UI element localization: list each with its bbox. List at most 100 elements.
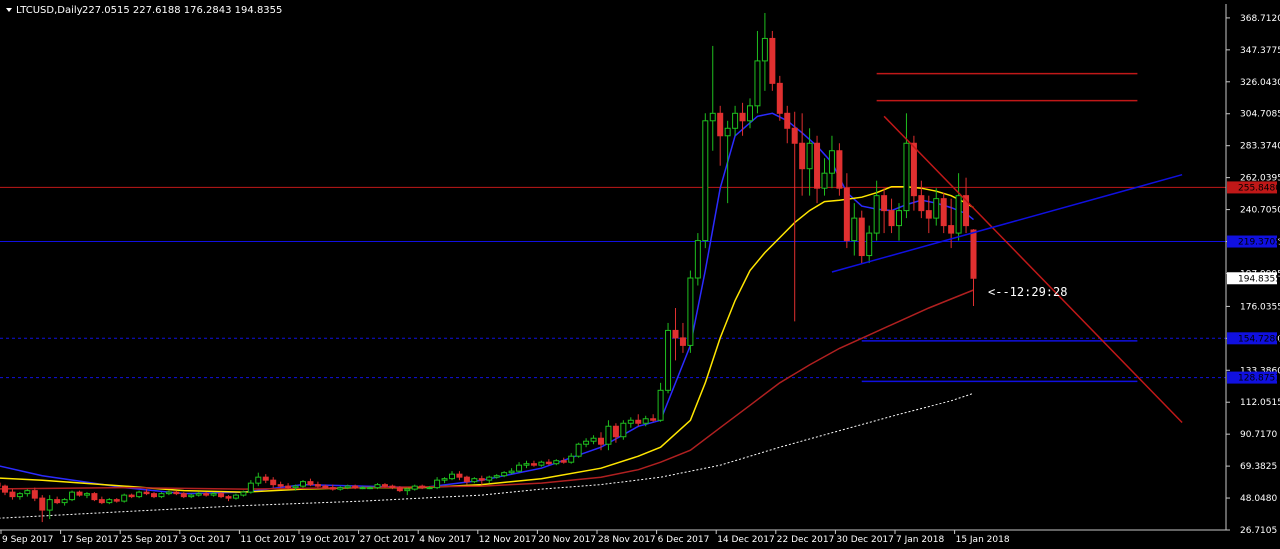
- candle-body-123: [896, 210, 902, 227]
- candle-body-105: [761, 37, 768, 62]
- x-tick-label: 27 Oct 2017: [360, 535, 416, 545]
- candle-body-11: [61, 499, 68, 504]
- candle-body-52: [367, 487, 374, 490]
- chart-ohlc: 227.0515 227.6188 176.2843 194.8355: [82, 5, 282, 16]
- candle-body-85: [612, 425, 619, 438]
- candle-body-92: [665, 329, 672, 391]
- candle-body-109: [791, 127, 798, 144]
- candle-body-94: [679, 337, 686, 346]
- candle-body-53: [374, 484, 381, 489]
- candle-body-41: [285, 485, 292, 489]
- candle-body-24: [158, 493, 165, 498]
- candle-body-64: [456, 473, 463, 478]
- candle-body-30: [203, 493, 210, 496]
- candle-body-90: [650, 418, 657, 421]
- candle-body-28: [188, 494, 195, 498]
- y-tick-label: 347.3775: [1240, 46, 1280, 56]
- candle-body-101: [732, 112, 739, 129]
- candle-body-42: [292, 485, 299, 489]
- ltcusd-daily-chart[interactable]: 368.7120 347.3775 326.0430 304.7085 283.3740…: [0, 0, 1280, 549]
- candle-body-22: [143, 491, 150, 495]
- candle-body-122: [888, 210, 895, 227]
- candle-body-65: [463, 476, 470, 483]
- candle-body-128: [933, 198, 940, 219]
- price-tag-1: 219.3705: [1238, 238, 1280, 248]
- candle-body-37: [255, 476, 262, 484]
- x-tick-label: 9 Sep 2017: [2, 535, 53, 545]
- candle-body-10: [54, 499, 61, 504]
- candle-body-33: [225, 496, 232, 499]
- x-tick-label: 15 Jan 2018: [956, 535, 1010, 545]
- candle-body-70: [501, 472, 508, 477]
- candle-body-38: [262, 476, 269, 481]
- candle-body-9: [46, 499, 53, 511]
- candle-body-114: [828, 150, 835, 174]
- candle-body-62: [441, 478, 448, 481]
- x-tick-label: 11 Oct 2017: [240, 535, 296, 545]
- price-tag-3: 128.8751: [1238, 374, 1280, 384]
- candle-body-81: [583, 440, 590, 445]
- x-tick-label: 17 Sep 2017: [62, 535, 119, 545]
- candle-body-20: [128, 494, 135, 498]
- candle-body-91: [657, 389, 664, 421]
- candle-body-6: [24, 490, 31, 495]
- candle-body-45: [314, 484, 321, 487]
- x-tick-label: 20 Nov 2017: [538, 535, 596, 545]
- candle-body-55: [389, 485, 396, 489]
- candle-body-8: [39, 497, 46, 511]
- candle-body-131: [955, 195, 962, 234]
- candle-body-133: [970, 229, 977, 279]
- candle-body-76: [545, 461, 552, 465]
- candle-body-34: [232, 494, 239, 499]
- candle-body-121: [881, 195, 888, 212]
- candle-body-130: [948, 225, 955, 234]
- candle-body-104: [754, 60, 761, 107]
- candle-body-73: [523, 463, 530, 466]
- candle-body-97: [702, 120, 709, 242]
- candle-body-5: [16, 493, 23, 498]
- candle-body-51: [359, 487, 366, 490]
- candle-body-29: [195, 493, 202, 496]
- candle-body-40: [277, 484, 284, 487]
- candle-body-96: [694, 240, 701, 279]
- current-price-tag: 194.8355: [1238, 274, 1280, 284]
- candle-body-127: [925, 210, 932, 219]
- candle-body-60: [426, 487, 433, 490]
- candle-body-110: [799, 142, 806, 170]
- candle-body-39: [270, 479, 277, 486]
- candle-body-3: [2, 485, 8, 493]
- x-tick-label: 30 Dec 2017: [836, 535, 894, 545]
- candle-body-116: [843, 187, 850, 242]
- candle-body-115: [836, 150, 843, 189]
- candle-body-35: [240, 491, 247, 496]
- candle-body-107: [776, 82, 783, 114]
- candle-body-108: [784, 112, 791, 129]
- x-tick-label: 19 Oct 2017: [300, 535, 356, 545]
- candle-body-13: [76, 491, 83, 496]
- candle-body-102: [739, 112, 746, 122]
- candle-body-26: [173, 491, 180, 495]
- x-tick-label: 6 Dec 2017: [658, 535, 710, 545]
- candle-body-12: [69, 491, 76, 501]
- candle-body-43: [300, 481, 306, 487]
- candle-body-113: [821, 172, 828, 189]
- candle-body-106: [769, 37, 776, 84]
- candle-body-50: [352, 485, 359, 489]
- x-tick-label: 7 Jan 2018: [896, 535, 944, 545]
- candle-body-19: [121, 494, 128, 502]
- candle-body-71: [508, 470, 515, 474]
- candle-body-54: [381, 484, 388, 487]
- y-tick-label: 304.7085: [1240, 110, 1280, 120]
- candle-body-58: [411, 485, 418, 490]
- candle-body-23: [151, 493, 157, 498]
- x-tick-label: 12 Nov 2017: [479, 535, 537, 545]
- candle-body-125: [910, 142, 917, 197]
- x-tick-label: 3 Oct 2017: [181, 535, 231, 545]
- y-tick-label: 176.0355: [1240, 302, 1280, 312]
- candle-body-98: [709, 112, 716, 122]
- candle-body-119: [866, 232, 873, 257]
- candle-body-99: [717, 112, 724, 137]
- candle-body-7: [31, 490, 38, 499]
- candle-body-16: [98, 499, 105, 504]
- candle-body-17: [106, 499, 113, 504]
